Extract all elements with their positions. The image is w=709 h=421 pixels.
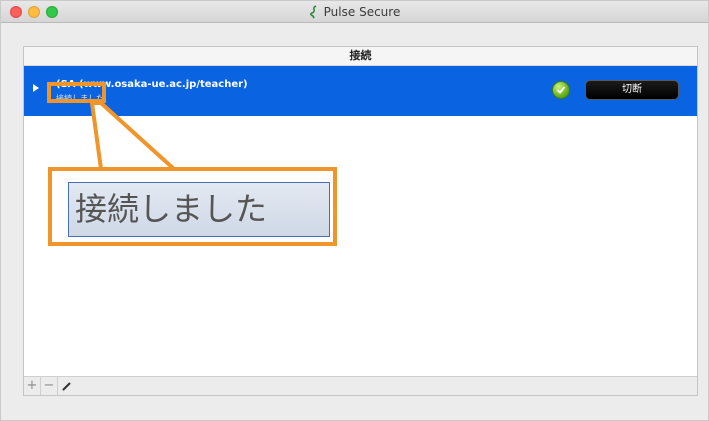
- pencil-icon: [61, 382, 71, 391]
- panel-footer-toolbar: + −: [24, 376, 697, 395]
- remove-connection-button[interactable]: −: [41, 377, 58, 395]
- connection-row[interactable]: (SA (www.osaka-ue.ac.jp/teacher) 接続しました …: [24, 66, 697, 116]
- zoomed-status-text: 接続しました: [68, 182, 330, 237]
- disconnect-button[interactable]: 切断: [585, 80, 679, 100]
- pulse-secure-logo-icon: [309, 5, 317, 19]
- disclosure-triangle-icon[interactable]: [33, 84, 39, 92]
- connections-header: 接続: [24, 47, 697, 66]
- zoom-callout-box: 接続しました: [48, 167, 337, 246]
- window-title-area: Pulse Secure: [1, 1, 708, 23]
- window-title: Pulse Secure: [323, 5, 401, 19]
- title-bar: Pulse Secure: [1, 1, 708, 23]
- edit-connection-button[interactable]: [58, 377, 75, 395]
- add-connection-button[interactable]: +: [24, 377, 41, 395]
- status-highlight-box: [47, 82, 106, 103]
- connected-check-icon: [552, 81, 570, 99]
